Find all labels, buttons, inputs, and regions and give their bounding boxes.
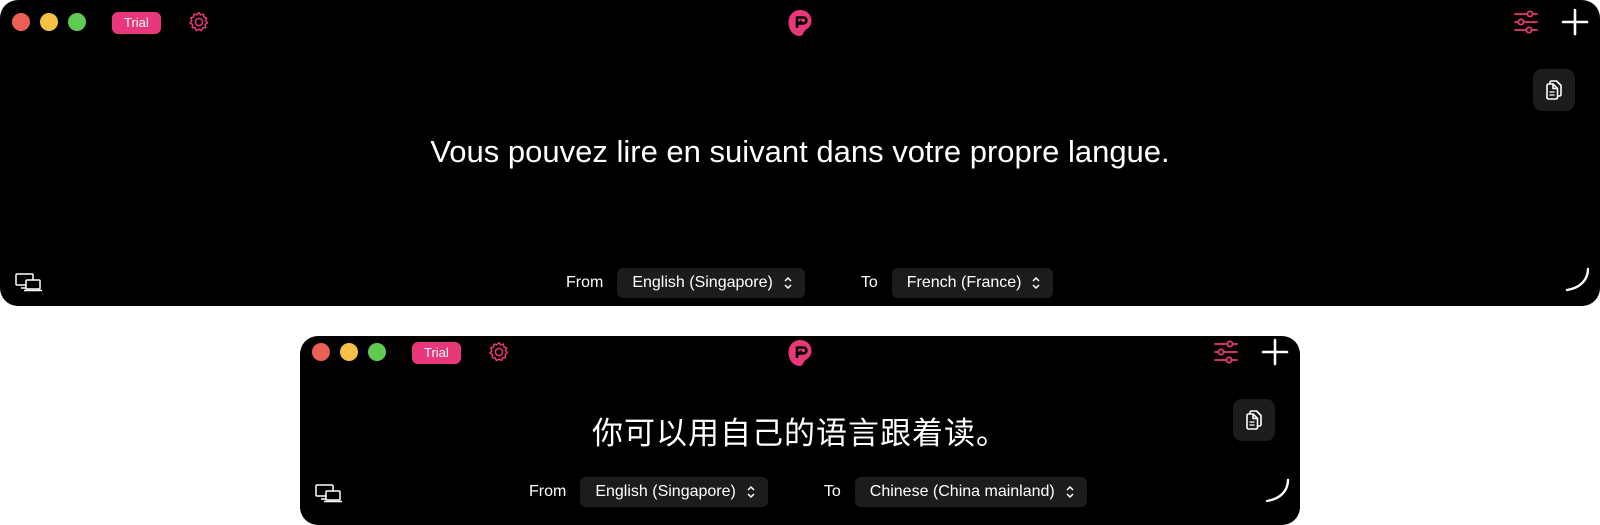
translation-text: Vous pouvez lire en suivant dans votre p… xyxy=(430,134,1170,169)
gear-icon[interactable] xyxy=(487,340,511,364)
chevron-updown-icon xyxy=(747,485,755,499)
resize-corner-icon[interactable] xyxy=(1563,266,1591,294)
window-controls xyxy=(12,13,86,31)
chevron-updown-icon xyxy=(1032,276,1040,290)
screens-icon[interactable] xyxy=(15,272,43,292)
gear-icon[interactable] xyxy=(187,10,211,34)
to-language-select[interactable]: French (France) xyxy=(891,268,1054,298)
window-controls xyxy=(312,343,386,361)
language-selector-row: From English (Singapore) To French (Fran… xyxy=(566,268,1109,298)
app-logo-icon xyxy=(788,10,812,36)
close-window-button[interactable] xyxy=(312,343,330,361)
zoom-window-button[interactable] xyxy=(68,13,86,31)
copy-icon xyxy=(1546,80,1562,100)
from-language-select[interactable]: English (Singapore) xyxy=(580,477,768,507)
filter-sliders-icon[interactable] xyxy=(1213,339,1239,365)
from-language-value: English (Singapore) xyxy=(632,274,773,291)
zoom-window-button[interactable] xyxy=(368,343,386,361)
from-language-value: English (Singapore) xyxy=(595,483,736,500)
screens-icon[interactable] xyxy=(315,483,343,503)
minimize-window-button[interactable] xyxy=(40,13,58,31)
resize-corner-icon[interactable] xyxy=(1263,477,1291,505)
filter-sliders-icon[interactable] xyxy=(1513,9,1539,35)
translation-text: 你可以用自己的语言跟着读。 xyxy=(592,416,1008,452)
from-language-select[interactable]: English (Singapore) xyxy=(617,268,805,298)
trial-badge[interactable]: Trial xyxy=(112,12,161,34)
close-window-button[interactable] xyxy=(12,13,30,31)
minimize-window-button[interactable] xyxy=(340,343,358,361)
from-label: From xyxy=(566,274,604,291)
chevron-updown-icon xyxy=(784,276,792,290)
to-language-select[interactable]: Chinese (China mainland) xyxy=(854,477,1087,507)
language-selector-row: From English (Singapore) To Chinese (Chi… xyxy=(529,477,1143,507)
from-label: From xyxy=(529,483,567,500)
translator-window-french: Trial Vous pouvez lire en suivant dans v… xyxy=(0,0,1600,306)
app-logo-icon xyxy=(788,340,812,366)
chevron-updown-icon xyxy=(1066,485,1074,499)
plus-icon[interactable] xyxy=(1261,338,1289,366)
translator-window-chinese: Trial 你可以用自己的语言跟着读。 From English (Singap… xyxy=(300,336,1300,525)
plus-icon[interactable] xyxy=(1561,8,1589,36)
copy-button[interactable] xyxy=(1533,69,1575,111)
to-label: To xyxy=(823,483,841,500)
trial-badge[interactable]: Trial xyxy=(412,342,461,364)
to-language-value: French (France) xyxy=(906,274,1022,291)
to-language-value: Chinese (China mainland) xyxy=(869,483,1055,500)
to-label: To xyxy=(860,274,878,291)
